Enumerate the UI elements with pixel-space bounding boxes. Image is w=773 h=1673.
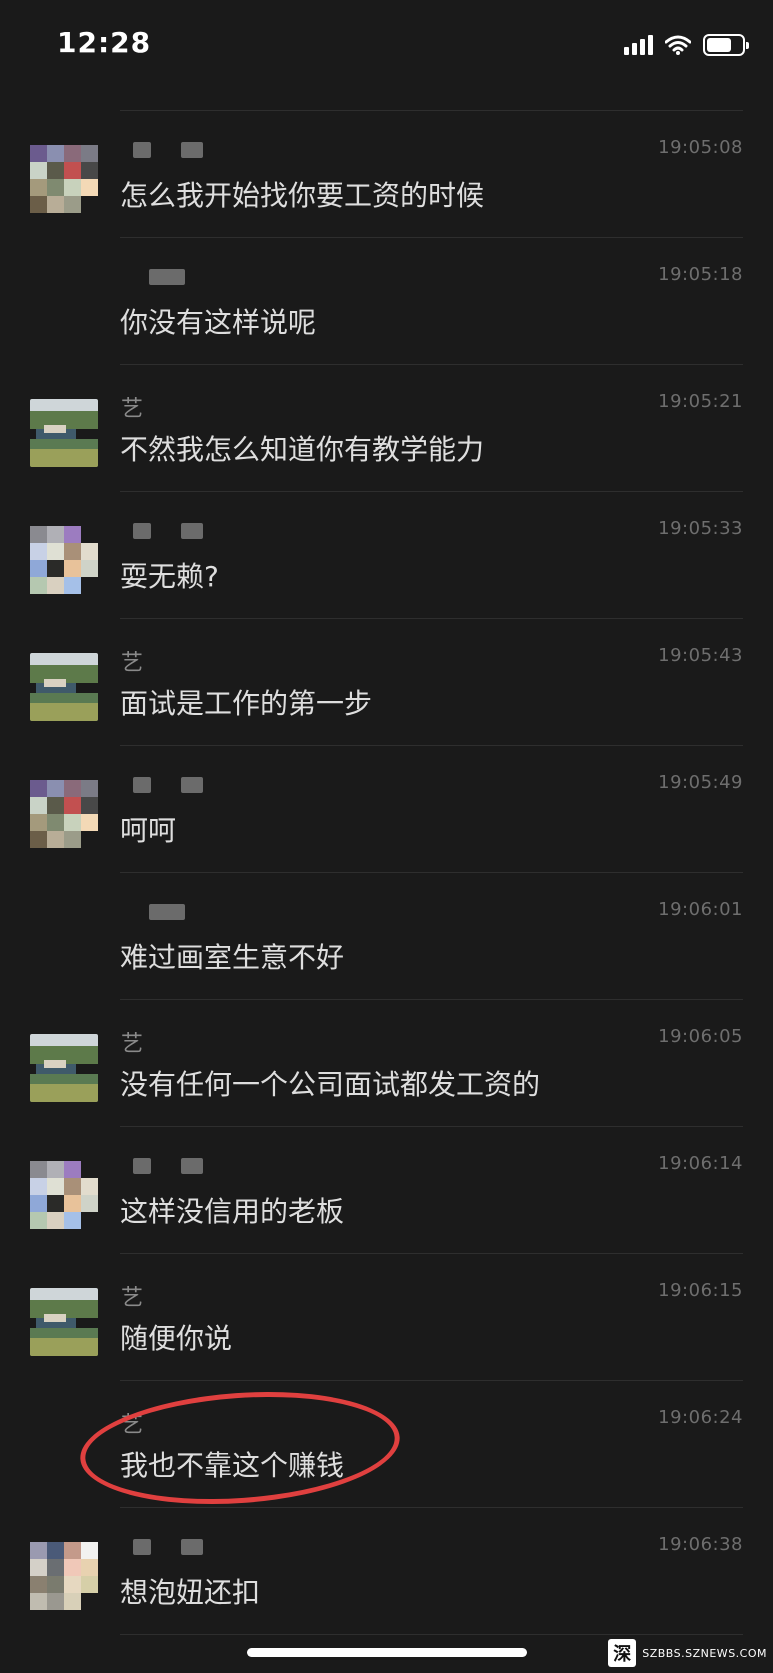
message-timestamp: 19:05:33 — [658, 518, 743, 539]
message-timestamp: 19:06:14 — [658, 1153, 743, 1174]
watermark: 深 SZBBS.SZNEWS.COM — [608, 1639, 767, 1667]
divider — [120, 1634, 743, 1635]
message-timestamp: 19:06:05 — [658, 1026, 743, 1047]
battery-icon — [703, 34, 749, 56]
sender-name — [121, 264, 197, 290]
chat-message[interactable]: 19:06:14 这样没信用的老板 — [0, 1126, 773, 1253]
redacted-name-block — [133, 523, 151, 539]
avatar-pixelated[interactable] — [30, 526, 98, 594]
message-timestamp: 19:06:01 — [658, 899, 743, 920]
avatar-pixelated[interactable] — [30, 145, 98, 213]
message-text: 呵呵 — [120, 814, 177, 847]
redacted-name-block — [133, 777, 151, 793]
redacted-name-block — [181, 1158, 203, 1174]
chat-message[interactable]: 艺 19:06:05 没有任何一个公司面试都发工资的 — [0, 999, 773, 1126]
redacted-name-block — [181, 777, 203, 793]
message-text: 随便你说 — [120, 1322, 233, 1355]
avatar-scenic-photo[interactable] — [30, 1034, 98, 1102]
sender-name — [121, 1534, 215, 1560]
redacted-name-block — [149, 269, 185, 285]
chat-message[interactable]: 19:05:18 你没有这样说呢 — [0, 237, 773, 364]
watermark-logo: 深 — [608, 1639, 637, 1667]
avatar-pixelated[interactable] — [30, 780, 98, 848]
status-time: 12:28 — [57, 26, 152, 59]
message-text: 想泡妞还扣 — [120, 1576, 261, 1609]
sender-name: 艺 — [121, 1286, 144, 1311]
chat-message[interactable]: 19:05:49 呵呵 — [0, 745, 773, 872]
avatar-pixelated[interactable] — [30, 1161, 98, 1229]
sender-name: 艺 — [121, 397, 144, 422]
wifi-icon — [665, 35, 691, 55]
message-timestamp: 19:05:49 — [658, 772, 743, 793]
redacted-name-block — [133, 142, 151, 158]
sender-name — [121, 772, 215, 798]
message-timestamp: 19:05:18 — [658, 264, 743, 285]
sender-name: 艺 — [121, 1032, 144, 1057]
chat-message[interactable]: 19:06:38 想泡妞还扣 — [0, 1507, 773, 1634]
avatar-pixelated[interactable] — [30, 1542, 98, 1610]
redacted-name-block — [181, 523, 203, 539]
chat-message[interactable]: 艺 19:06:15 随便你说 — [0, 1253, 773, 1380]
message-text: 难过画室生意不好 — [120, 941, 345, 974]
message-text: 耍无赖? — [120, 560, 219, 593]
avatar-scenic-photo[interactable] — [30, 1288, 98, 1356]
sender-name — [121, 518, 215, 544]
message-text: 这样没信用的老板 — [120, 1195, 345, 1228]
chat-message[interactable]: 艺 19:05:21 不然我怎么知道你有教学能力 — [0, 364, 773, 491]
redacted-name-block — [181, 142, 203, 158]
home-indicator[interactable] — [247, 1648, 527, 1657]
message-text: 没有任何一个公司面试都发工资的 — [120, 1068, 541, 1101]
sender-name — [121, 137, 215, 163]
message-timestamp: 19:06:15 — [658, 1280, 743, 1301]
message-timestamp: 19:05:08 — [658, 137, 743, 158]
redacted-name-block — [149, 904, 185, 920]
cellular-signal-icon — [624, 35, 653, 55]
chat-message[interactable]: 19:05:33 耍无赖? — [0, 491, 773, 618]
message-timestamp: 19:05:21 — [658, 391, 743, 412]
chat-message[interactable]: 艺 19:05:43 面试是工作的第一步 — [0, 618, 773, 745]
message-text: 怎么我开始找你要工资的时候 — [120, 179, 485, 212]
chat-message[interactable]: 19:05:08 怎么我开始找你要工资的时候 — [0, 110, 773, 237]
redacted-name-block — [133, 1158, 151, 1174]
redacted-name-block — [181, 1539, 203, 1555]
avatar-scenic-photo[interactable] — [30, 399, 98, 467]
message-text: 你没有这样说呢 — [120, 306, 317, 339]
redacted-name-block — [133, 1539, 151, 1555]
sender-name — [121, 1153, 215, 1179]
sender-name: 艺 — [121, 651, 144, 676]
avatar-scenic-photo[interactable] — [30, 653, 98, 721]
watermark-text: SZBBS.SZNEWS.COM — [642, 1646, 767, 1660]
message-timestamp: 19:06:38 — [658, 1534, 743, 1555]
message-text: 面试是工作的第一步 — [120, 687, 373, 720]
status-icons — [624, 34, 749, 56]
message-timestamp: 19:06:24 — [658, 1407, 743, 1428]
message-text: 不然我怎么知道你有教学能力 — [120, 433, 485, 466]
message-timestamp: 19:05:43 — [658, 645, 743, 666]
status-bar: 12:28 — [0, 0, 773, 96]
sender-name — [121, 899, 197, 925]
chat-message[interactable]: 19:06:01 难过画室生意不好 — [0, 872, 773, 999]
